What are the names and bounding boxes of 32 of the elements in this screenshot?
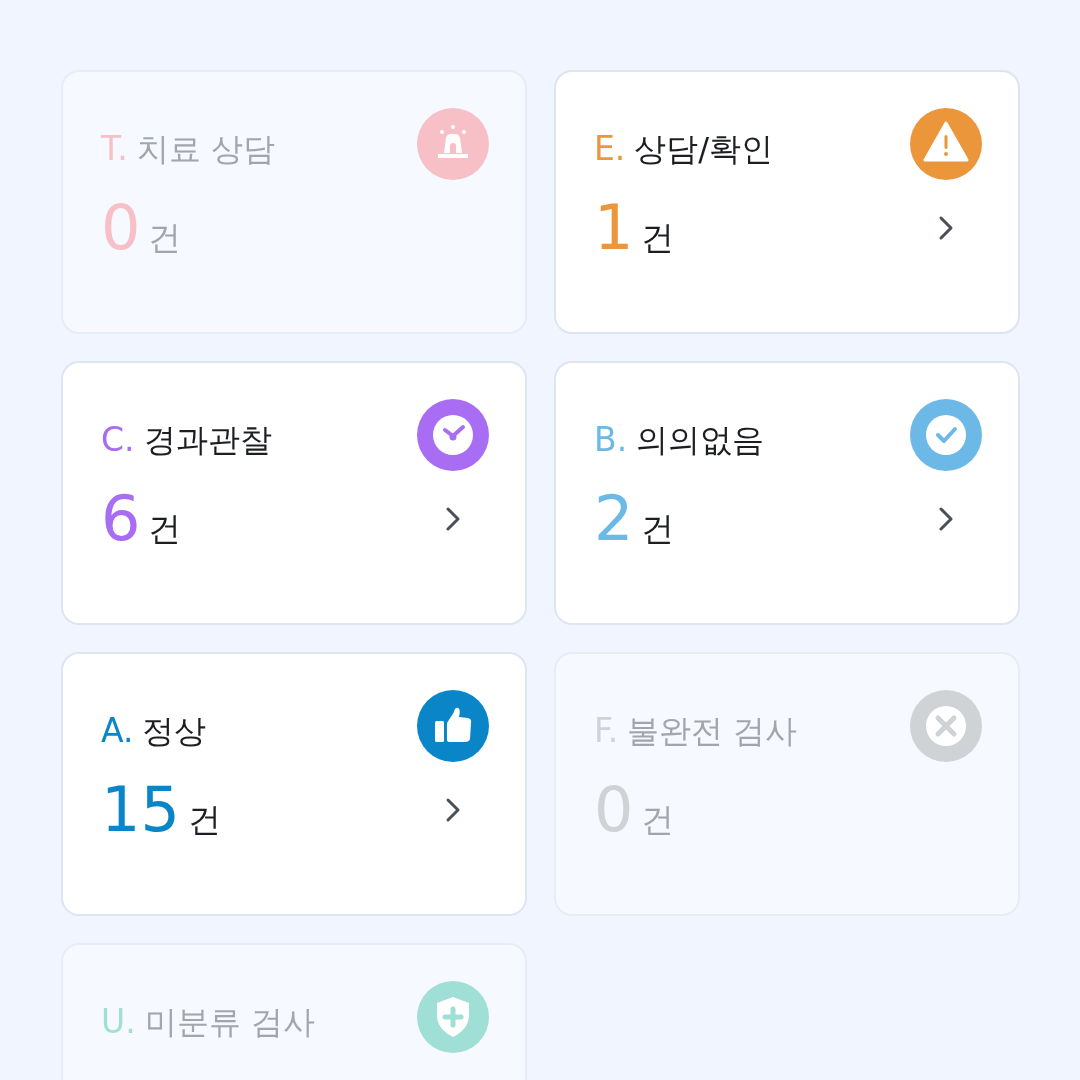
count-unit: 건 — [641, 217, 675, 259]
chevron-right-icon — [445, 797, 461, 824]
chevron-right-icon — [938, 215, 954, 242]
case-count: 1 — [594, 194, 634, 263]
status-card[interactable]: B. 의의없음 2 건 — [554, 361, 1020, 625]
case-count: 2 — [594, 485, 634, 554]
grade-letter: A. — [101, 711, 134, 750]
card-title: 의의없음 — [636, 420, 765, 461]
card-title: 경과관찰 — [143, 420, 272, 461]
case-count: 0 — [101, 194, 141, 263]
card-title: 미분류 검사 — [144, 1002, 315, 1043]
chevron-right-icon — [445, 506, 461, 533]
case-count: 15 — [101, 776, 180, 845]
status-card[interactable]: C. 경과관찰 6 건 — [61, 361, 527, 625]
chevron-right-icon — [938, 506, 954, 533]
grade-letter: B. — [594, 420, 628, 459]
card-title: 정상 — [142, 711, 207, 752]
count-unit: 건 — [148, 508, 182, 550]
status-card[interactable]: A. 정상 15 건 — [61, 652, 527, 916]
count-unit: 건 — [148, 217, 182, 259]
case-count: 6 — [101, 485, 141, 554]
grade-letter: C. — [101, 420, 135, 459]
card-title: 치료 상담 — [136, 129, 275, 170]
card-title: 불완전 검사 — [627, 711, 798, 752]
grade-letter: T. — [101, 129, 128, 168]
count-unit: 건 — [641, 508, 675, 550]
card-title: 상담/확인 — [634, 129, 774, 170]
count-unit: 건 — [641, 799, 675, 841]
count-unit: 건 — [187, 799, 221, 841]
status-card[interactable]: E. 상담/확인 1 건 — [554, 70, 1020, 334]
grade-letter: U. — [101, 1002, 136, 1041]
grade-letter: E. — [594, 129, 626, 168]
